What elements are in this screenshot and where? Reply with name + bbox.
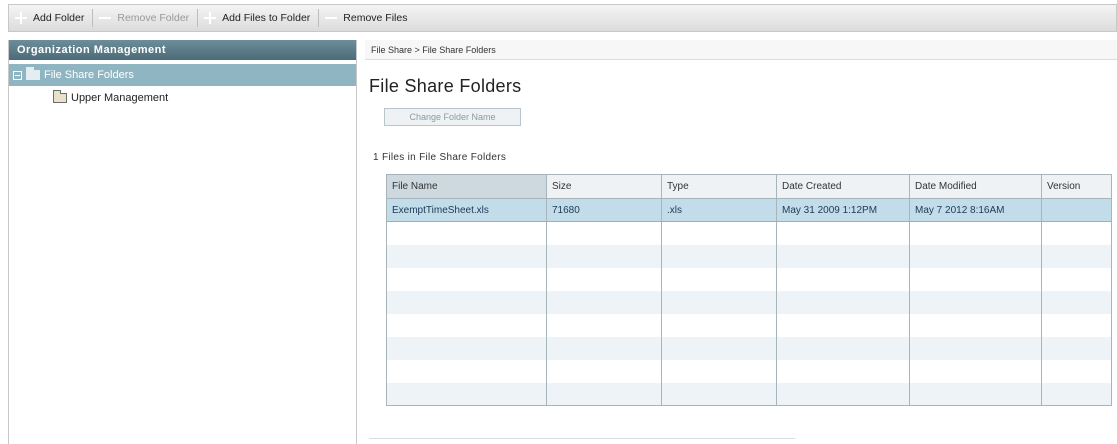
empty-row xyxy=(386,290,1112,314)
change-folder-name-button[interactable]: Change Folder Name xyxy=(384,108,521,126)
minus-icon xyxy=(325,12,338,24)
remove-folder-label: Remove Folder xyxy=(117,12,190,24)
add-files-label: Add Files to Folder xyxy=(222,12,311,24)
cell-file-name[interactable]: ExemptTimeSheet.xls xyxy=(386,198,547,222)
cell-type[interactable]: .xls xyxy=(661,198,777,222)
remove-files-label: Remove Files xyxy=(343,12,408,24)
folder-icon xyxy=(26,67,40,80)
empty-row xyxy=(386,313,1112,337)
collapse-icon[interactable] xyxy=(13,70,22,80)
cell-size[interactable]: 71680 xyxy=(546,198,662,222)
add-files-to-folder-button[interactable]: Add Files to Folder xyxy=(198,5,318,31)
toolbar: Add Folder Remove Folder Add Files to Fo… xyxy=(8,4,1117,32)
column-header-size[interactable]: Size xyxy=(546,174,662,199)
tree-item-file-share-folders[interactable]: File Share Folders xyxy=(9,64,356,86)
tree-item-upper-management[interactable]: Upper Management xyxy=(9,88,356,108)
table-header-row: File Name Size Type Date Created Date Mo… xyxy=(386,174,1112,199)
table-row[interactable]: ExemptTimeSheet.xls 71680 .xls May 31 20… xyxy=(386,198,1112,222)
files-count: 1 Files in File Share Folders xyxy=(373,152,507,163)
cell-version[interactable] xyxy=(1041,198,1112,222)
remove-files-button[interactable]: Remove Files xyxy=(319,5,415,31)
divider xyxy=(369,438,795,439)
add-folder-label: Add Folder xyxy=(33,12,85,24)
plus-icon xyxy=(15,12,27,24)
folder-icon xyxy=(53,90,67,103)
empty-row xyxy=(386,267,1112,291)
sidebar: Organization Management File Share Folde… xyxy=(8,40,357,444)
empty-row xyxy=(386,382,1112,406)
sidebar-title: Organization Management xyxy=(9,40,356,60)
page-title: File Share Folders xyxy=(369,76,522,96)
minus-icon xyxy=(99,12,112,24)
remove-folder-button[interactable]: Remove Folder xyxy=(93,5,197,31)
breadcrumb: File Share > File Share Folders xyxy=(365,40,1117,60)
empty-row xyxy=(386,359,1112,383)
files-table: File Name Size Type Date Created Date Mo… xyxy=(386,174,1112,406)
cell-date-created[interactable]: May 31 2009 1:12PM xyxy=(776,198,910,222)
column-header-version[interactable]: Version xyxy=(1041,174,1112,199)
tree-item-label: File Share Folders xyxy=(44,69,134,81)
empty-row xyxy=(386,244,1112,268)
tree-item-label: Upper Management xyxy=(71,92,169,104)
empty-row xyxy=(386,336,1112,360)
column-header-date-modified[interactable]: Date Modified xyxy=(909,174,1042,199)
cell-date-modified[interactable]: May 7 2012 8:16AM xyxy=(909,198,1042,222)
column-header-date-created[interactable]: Date Created xyxy=(776,174,910,199)
column-header-type[interactable]: Type xyxy=(661,174,777,199)
plus-icon xyxy=(204,12,217,24)
add-folder-button[interactable]: Add Folder xyxy=(9,5,92,31)
empty-row xyxy=(386,221,1112,245)
column-header-file-name[interactable]: File Name xyxy=(386,174,547,199)
